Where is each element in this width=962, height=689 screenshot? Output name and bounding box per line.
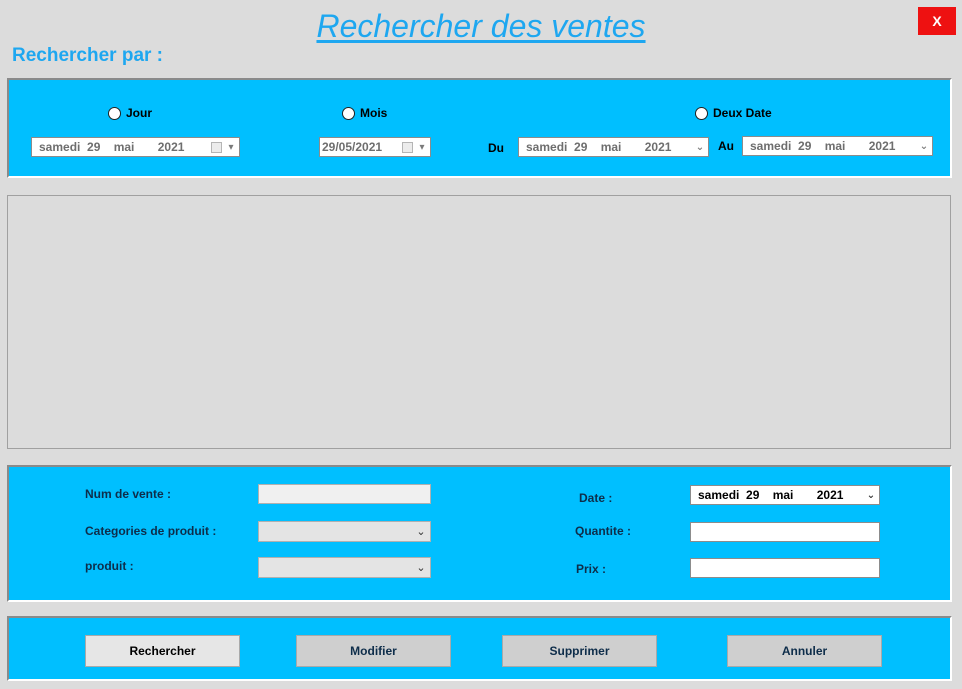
chevron-down-icon[interactable]: ⌄ xyxy=(863,490,879,501)
radio-mois[interactable]: Mois xyxy=(342,106,387,120)
prix-field[interactable] xyxy=(690,558,880,578)
calendar-icon[interactable] xyxy=(211,141,222,153)
quantite-field[interactable] xyxy=(690,522,880,542)
quantite-label: Quantite : xyxy=(575,524,631,538)
from-date-picker[interactable]: samedi 29 mai 2021 ⌄ xyxy=(518,137,709,157)
categorie-select[interactable]: ⌄ xyxy=(258,521,431,542)
sale-date-value: samedi 29 mai 2021 xyxy=(698,488,844,502)
produit-select[interactable]: ⌄ xyxy=(258,557,431,578)
radio-mois-icon[interactable] xyxy=(342,106,355,120)
radio-jour-icon[interactable] xyxy=(108,106,121,120)
chevron-down-icon[interactable]: ⌄ xyxy=(916,141,932,152)
radio-deux-date-label: Deux Date xyxy=(713,106,772,120)
results-grid[interactable] xyxy=(7,195,951,449)
jour-date-value: samedi 29 mai 2021 xyxy=(39,140,185,154)
radio-mois-label: Mois xyxy=(360,106,388,120)
annuler-button[interactable]: Annuler xyxy=(727,635,882,667)
modifier-button[interactable]: Modifier xyxy=(296,635,451,667)
radio-deux-date[interactable]: Deux Date xyxy=(695,106,772,120)
chevron-down-icon[interactable]: ▾ xyxy=(223,142,239,153)
radio-deux-date-icon[interactable] xyxy=(695,106,708,120)
to-date-value: samedi 29 mai 2021 xyxy=(750,139,896,153)
chevron-down-icon[interactable]: ⌄ xyxy=(692,142,708,153)
supprimer-button[interactable]: Supprimer xyxy=(502,635,657,667)
mois-date-value: 29/05/2021 xyxy=(322,140,383,154)
categorie-label: Categories de produit : xyxy=(85,524,217,538)
from-date-value: samedi 29 mai 2021 xyxy=(526,140,672,154)
date-label: Date : xyxy=(579,491,613,505)
radio-jour-label: Jour xyxy=(126,106,153,120)
close-button[interactable]: X xyxy=(918,7,956,35)
to-date-label: Au xyxy=(718,139,734,153)
jour-date-picker[interactable]: samedi 29 mai 2021 ▾ xyxy=(31,137,240,157)
prix-label: Prix : xyxy=(576,562,607,576)
num-vente-label: Num de vente : xyxy=(85,487,172,501)
rechercher-button[interactable]: Rechercher xyxy=(85,635,240,667)
mois-date-picker[interactable]: 29/05/2021 ▾ xyxy=(319,137,431,157)
search-filter-panel xyxy=(7,78,952,178)
calendar-icon[interactable] xyxy=(402,141,413,153)
chevron-down-icon[interactable]: ⌄ xyxy=(412,561,430,574)
chevron-down-icon[interactable]: ▾ xyxy=(414,142,430,153)
to-date-picker[interactable]: samedi 29 mai 2021 ⌄ xyxy=(742,136,933,156)
radio-jour[interactable]: Jour xyxy=(108,106,152,120)
from-date-label: Du xyxy=(488,141,504,155)
num-vente-field[interactable] xyxy=(258,484,431,504)
sale-date-picker[interactable]: samedi 29 mai 2021 ⌄ xyxy=(690,485,880,505)
page-title: Rechercher des ventes xyxy=(316,8,646,44)
search-by-label: Rechercher par : xyxy=(12,45,164,66)
chevron-down-icon[interactable]: ⌄ xyxy=(412,525,430,538)
produit-label: produit : xyxy=(85,559,134,573)
